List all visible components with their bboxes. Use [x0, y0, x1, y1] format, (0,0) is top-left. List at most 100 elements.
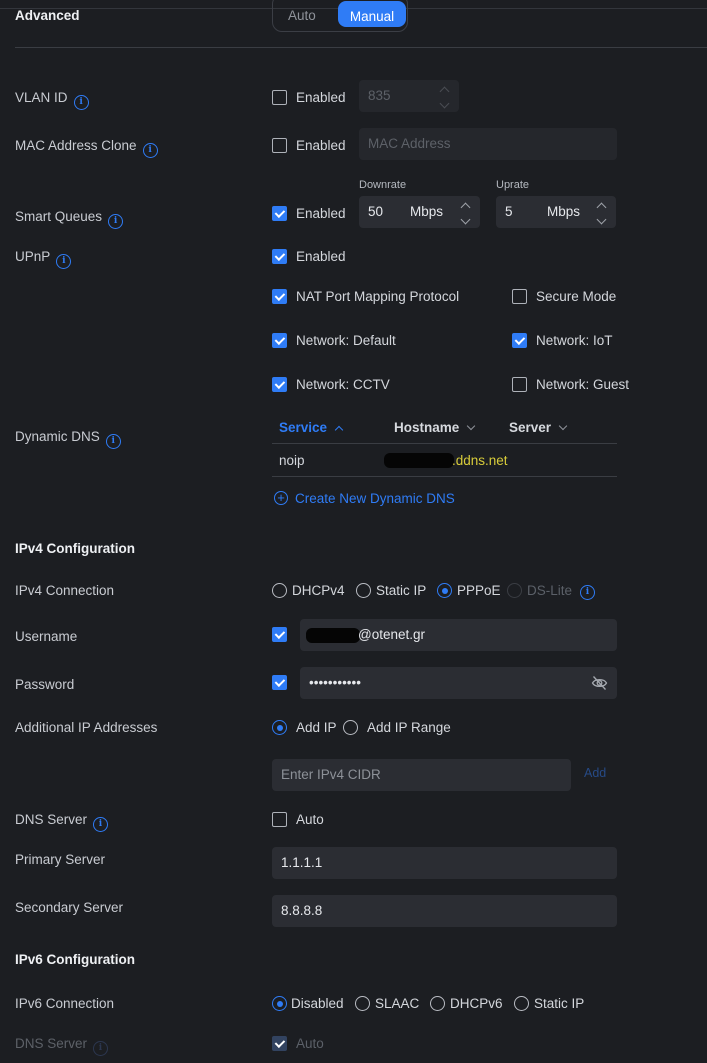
ipv6-static-label: Static IP	[534, 996, 585, 1011]
add-cidr-button[interactable]: Add	[584, 766, 606, 780]
ipv4-static-label: Static IP	[376, 583, 427, 598]
info-icon[interactable]: i	[56, 254, 72, 269]
ipv4-dhcp-label: DHCPv4	[292, 583, 345, 598]
info-icon[interactable]: i	[93, 1041, 109, 1056]
mode-auto-option[interactable]: Auto	[288, 8, 316, 23]
mac-clone-enabled-label: Enabled	[296, 138, 346, 153]
downrate-unit: Mbps	[410, 204, 444, 219]
vlan-stepper-icon[interactable]	[439, 86, 450, 109]
vlan-enabled-label: Enabled	[296, 90, 346, 105]
redaction-mark	[384, 453, 454, 468]
column-service-header[interactable]: Service	[279, 420, 344, 435]
additional-ip-label: Additional IP Addresses	[15, 720, 158, 735]
ipv6-dhcpv6-radio[interactable]	[430, 996, 445, 1011]
password-value: •••••••••••	[309, 675, 361, 690]
table-row-divider	[272, 476, 617, 477]
advanced-title: Advanced	[15, 8, 80, 23]
add-ip-range-label: Add IP Range	[367, 720, 451, 735]
ipv6-static-radio[interactable]	[514, 996, 529, 1011]
downrate-label: Downrate	[359, 179, 407, 191]
info-icon[interactable]: i	[108, 214, 124, 229]
ipv6-dns-server-label: DNS Server i	[15, 1036, 109, 1056]
uprate-unit: Mbps	[547, 204, 581, 219]
username-value: @otenet.gr	[358, 627, 425, 642]
upnp-enabled-label: Enabled	[296, 249, 346, 264]
dns-auto-label: Auto	[296, 812, 324, 827]
ipv6-slaac-radio[interactable]	[355, 996, 370, 1011]
nat-pmp-label: NAT Port Mapping Protocol	[296, 289, 460, 304]
mac-address-input[interactable]: MAC Address	[359, 128, 617, 160]
vlan-id-input[interactable]: 835	[359, 80, 459, 112]
network-guest-checkbox[interactable]	[512, 377, 527, 392]
upnp-enabled-checkbox[interactable]	[272, 249, 287, 264]
secondary-server-input[interactable]: 8.8.8.8	[272, 895, 617, 927]
info-icon[interactable]: i	[93, 817, 109, 832]
dynamic-dns-label: Dynamic DNS i	[15, 429, 121, 449]
password-input[interactable]: •••••••••••	[300, 667, 617, 699]
username-label: Username	[15, 629, 78, 644]
dns-auto-checkbox[interactable]	[272, 812, 287, 827]
sort-asc-icon	[334, 425, 344, 435]
column-server-header[interactable]: Server	[509, 420, 568, 435]
uprate-stepper-icon[interactable]	[596, 202, 607, 225]
eye-off-icon[interactable]	[591, 675, 608, 691]
ddns-hostname-cell: .ddns.net	[452, 453, 508, 468]
ipv4-dhcp-radio[interactable]	[272, 583, 287, 598]
network-guest-label: Network: Guest	[536, 377, 630, 392]
ddns-service-cell: noip	[279, 453, 305, 468]
info-icon[interactable]: i	[142, 143, 158, 158]
column-hostname-header[interactable]: Hostname	[394, 420, 476, 435]
network-iot-checkbox[interactable]	[512, 333, 527, 348]
uprate-input[interactable]: 5 Mbps	[496, 196, 616, 228]
upnp-label: UPnP i	[15, 249, 72, 269]
secondary-server-label: Secondary Server	[15, 900, 124, 915]
add-ip-radio[interactable]	[272, 720, 287, 735]
primary-server-label: Primary Server	[15, 852, 106, 867]
ipv4-static-radio[interactable]	[356, 583, 371, 598]
downrate-input[interactable]: 50 Mbps	[359, 196, 480, 228]
chevron-down-icon	[467, 421, 476, 431]
secure-mode-checkbox[interactable]	[512, 289, 527, 304]
mode-manual-option[interactable]: Manual	[338, 1, 406, 27]
smart-queues-enabled-checkbox[interactable]	[272, 206, 287, 221]
smart-queues-label: Smart Queues i	[15, 209, 124, 229]
ipv6-slaac-label: SLAAC	[375, 996, 420, 1011]
mode-toggle: Auto Manual	[272, 0, 408, 32]
info-icon[interactable]: i	[580, 585, 595, 600]
network-iot-label: Network: IoT	[536, 333, 613, 348]
vlan-label: VLAN ID i	[15, 90, 89, 110]
redaction-mark	[306, 628, 360, 643]
secure-mode-label: Secure Mode	[536, 289, 617, 304]
table-row[interactable]: noip .ddns.net	[272, 444, 617, 476]
nat-pmp-checkbox[interactable]	[272, 289, 287, 304]
ipv6-connection-label: IPv6 Connection	[15, 996, 115, 1011]
ipv6-dns-auto-label: Auto	[296, 1036, 324, 1051]
downrate-stepper-icon[interactable]	[460, 202, 471, 225]
password-checkbox[interactable]	[272, 675, 287, 690]
add-ip-range-radio[interactable]	[343, 720, 358, 735]
ipv4-dslite-label: DS-Lite	[527, 583, 573, 598]
add-ip-label: Add IP	[296, 720, 337, 735]
ipv6-dns-auto-checkbox[interactable]	[272, 1036, 287, 1051]
uprate-label: Uprate	[496, 179, 530, 191]
create-dynamic-dns-link[interactable]: + Create New Dynamic DNS	[274, 491, 455, 506]
network-cctv-label: Network: CCTV	[296, 377, 390, 392]
primary-server-input[interactable]: 1.1.1.1	[272, 847, 617, 879]
username-input[interactable]: @otenet.gr	[300, 619, 617, 651]
network-cctv-checkbox[interactable]	[272, 377, 287, 392]
info-icon[interactable]: i	[73, 95, 89, 110]
mac-clone-enabled-checkbox[interactable]	[272, 138, 287, 153]
ipv4-pppoe-radio[interactable]	[437, 583, 452, 598]
ipv6-section-title: IPv6 Configuration	[15, 952, 136, 967]
info-icon[interactable]: i	[105, 434, 121, 449]
smart-queues-enabled-label: Enabled	[296, 206, 346, 221]
ipv4-pppoe-label: PPPoE	[457, 583, 501, 598]
vlan-enabled-checkbox[interactable]	[272, 90, 287, 105]
ipv4-cidr-input[interactable]: Enter IPv4 CIDR	[272, 759, 571, 791]
username-checkbox[interactable]	[272, 627, 287, 642]
ipv6-dhcpv6-label: DHCPv6	[450, 996, 503, 1011]
mac-clone-label: MAC Address Clone i	[15, 138, 158, 158]
ipv6-disabled-radio[interactable]	[272, 996, 287, 1011]
network-default-checkbox[interactable]	[272, 333, 287, 348]
ipv4-dslite-radio[interactable]	[507, 583, 522, 598]
